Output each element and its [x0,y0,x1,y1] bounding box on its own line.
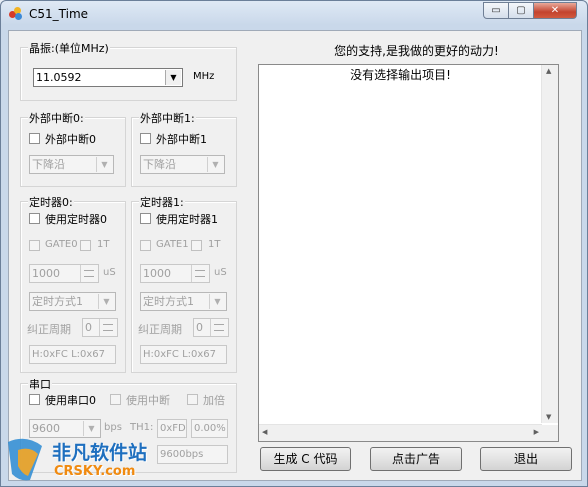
timer1-mode-select[interactable]: 定时方式1 ▼ [140,292,227,311]
timer0-1t-label: 1T [97,239,110,250]
chevron-down-icon: ▼ [209,294,225,309]
watermark-en: CRSKY.com [54,464,136,479]
scroll-right-icon[interactable]: ▶ [534,428,539,436]
output-header: 您的支持,是我做的更好的动力! [334,44,499,58]
app-icon [9,7,23,21]
generate-code-button[interactable]: 生成 C 代码 [260,447,351,471]
timer1-checkbox[interactable] [140,213,151,224]
int0-checkbox-label: 外部中断0 [45,133,96,146]
app-window: C51_Time ▭ ▢ ✕ 晶振:(单位MHz) 11.0592 ▼ MHz … [0,0,588,487]
chevron-down-icon: ▼ [96,157,112,172]
timer0-time-value: 1000 [32,267,60,280]
serial-use-label: 使用串口0 [45,394,96,407]
gate0-label: GATE0 [45,239,78,250]
chevron-down-icon: ▼ [165,70,181,85]
int0-mode-select[interactable]: 下降沿 ▼ [29,155,114,174]
spinner-arrows-icon[interactable] [99,319,117,336]
timer0-correct-value: 0 [85,321,92,334]
scrollbar-corner [542,425,558,441]
timer1-checkbox-label: 使用定时器1 [156,213,218,226]
int1-group-label: 外部中断1: [139,110,196,126]
timer0-time-spinner[interactable]: 1000 [29,264,99,283]
int0-mode-value: 下降沿 [32,158,65,171]
timer1-time-value: 1000 [143,267,171,280]
timer0-1t-checkbox[interactable] [80,240,91,251]
maximize-button[interactable]: ▢ [508,2,534,19]
serial-double-label: 加倍 [203,394,225,407]
crystal-unit: MHz [193,71,215,82]
timer0-correct-spinner[interactable]: 0 [82,318,118,337]
close-button[interactable]: ✕ [533,2,577,19]
serial-use-checkbox[interactable] [29,394,40,405]
scroll-left-icon[interactable]: ◀ [262,428,267,436]
window-title: C51_Time [29,7,89,21]
crystal-select[interactable]: 11.0592 ▼ [33,68,183,87]
horizontal-scrollbar[interactable]: ◀ ▶ [259,424,542,441]
scroll-up-icon[interactable]: ▲ [546,67,551,75]
output-textarea[interactable]: 没有选择输出项目! ▲ ▼ ◀ ▶ [258,64,559,442]
timer0-correct-label: 纠正周期 [27,323,71,336]
timer1-correct-spinner[interactable]: 0 [193,318,229,337]
chevron-down-icon: ▼ [207,157,223,172]
baud-error-field: 0.00% [191,419,228,438]
spinner-arrows-icon[interactable] [191,265,209,282]
timer0-mode-value: 定时方式1 [32,295,83,308]
client-area: 晶振:(单位MHz) 11.0592 ▼ MHz 外部中断0: 外部中断0 下降… [8,30,582,481]
watermark-cn: 非凡软件站 [52,442,148,464]
th1-label: TH1: [130,422,154,433]
crystal-group-label: 晶振:(单位MHz) [28,40,110,56]
timer0-group-label: 定时器0: [28,194,74,210]
timer1-result-field: H:0xFC L:0x67 [140,345,227,364]
timer1-1t-label: 1T [208,239,221,250]
spinner-arrows-icon[interactable] [80,265,98,282]
chevron-down-icon: ▼ [98,294,114,309]
int1-checkbox-label: 外部中断1 [156,133,207,146]
serial-group-label: 串口 [28,376,52,392]
timer0-result-field: H:0xFC L:0x67 [29,345,116,364]
timer1-correct-label: 纠正周期 [138,323,182,336]
int1-group [131,117,237,187]
timer1-unit: uS [214,267,227,278]
ad-button[interactable]: 点击广告 [370,447,462,471]
int1-mode-select[interactable]: 下降沿 ▼ [140,155,225,174]
timer1-time-spinner[interactable]: 1000 [140,264,210,283]
timer0-unit: uS [103,267,116,278]
watermark: 非凡软件站 CRSKY.com [0,434,170,487]
spinner-arrows-icon[interactable] [210,319,228,336]
watermark-logo-icon [8,438,42,481]
int0-group [20,117,126,187]
serial-int-label: 使用中断 [126,394,170,407]
timer1-group-label: 定时器1: [139,194,185,210]
gate1-label: GATE1 [156,239,189,250]
bps-label: bps [104,422,122,433]
gate1-checkbox[interactable] [140,240,151,251]
int0-checkbox[interactable] [29,133,40,144]
timer0-mode-select[interactable]: 定时方式1 ▼ [29,292,116,311]
int0-group-label: 外部中断0: [28,110,85,126]
int1-checkbox[interactable] [140,133,151,144]
serial-int-checkbox[interactable] [110,394,121,405]
title-bar: C51_Time ▭ ▢ ✕ [1,1,587,27]
timer0-checkbox[interactable] [29,213,40,224]
serial-double-checkbox[interactable] [187,394,198,405]
exit-button[interactable]: 退出 [480,447,572,471]
crystal-value: 11.0592 [36,71,82,84]
timer0-checkbox-label: 使用定时器0 [45,213,107,226]
timer1-1t-checkbox[interactable] [191,240,202,251]
vertical-scrollbar[interactable]: ▲ ▼ [541,65,558,423]
output-text: 没有选择输出项目! [350,68,451,82]
timer1-mode-value: 定时方式1 [143,295,194,308]
scroll-down-icon[interactable]: ▼ [546,413,551,421]
int1-mode-value: 下降沿 [143,158,176,171]
timer1-correct-value: 0 [196,321,203,334]
minimize-button[interactable]: ▭ [483,2,509,19]
gate0-checkbox[interactable] [29,240,40,251]
